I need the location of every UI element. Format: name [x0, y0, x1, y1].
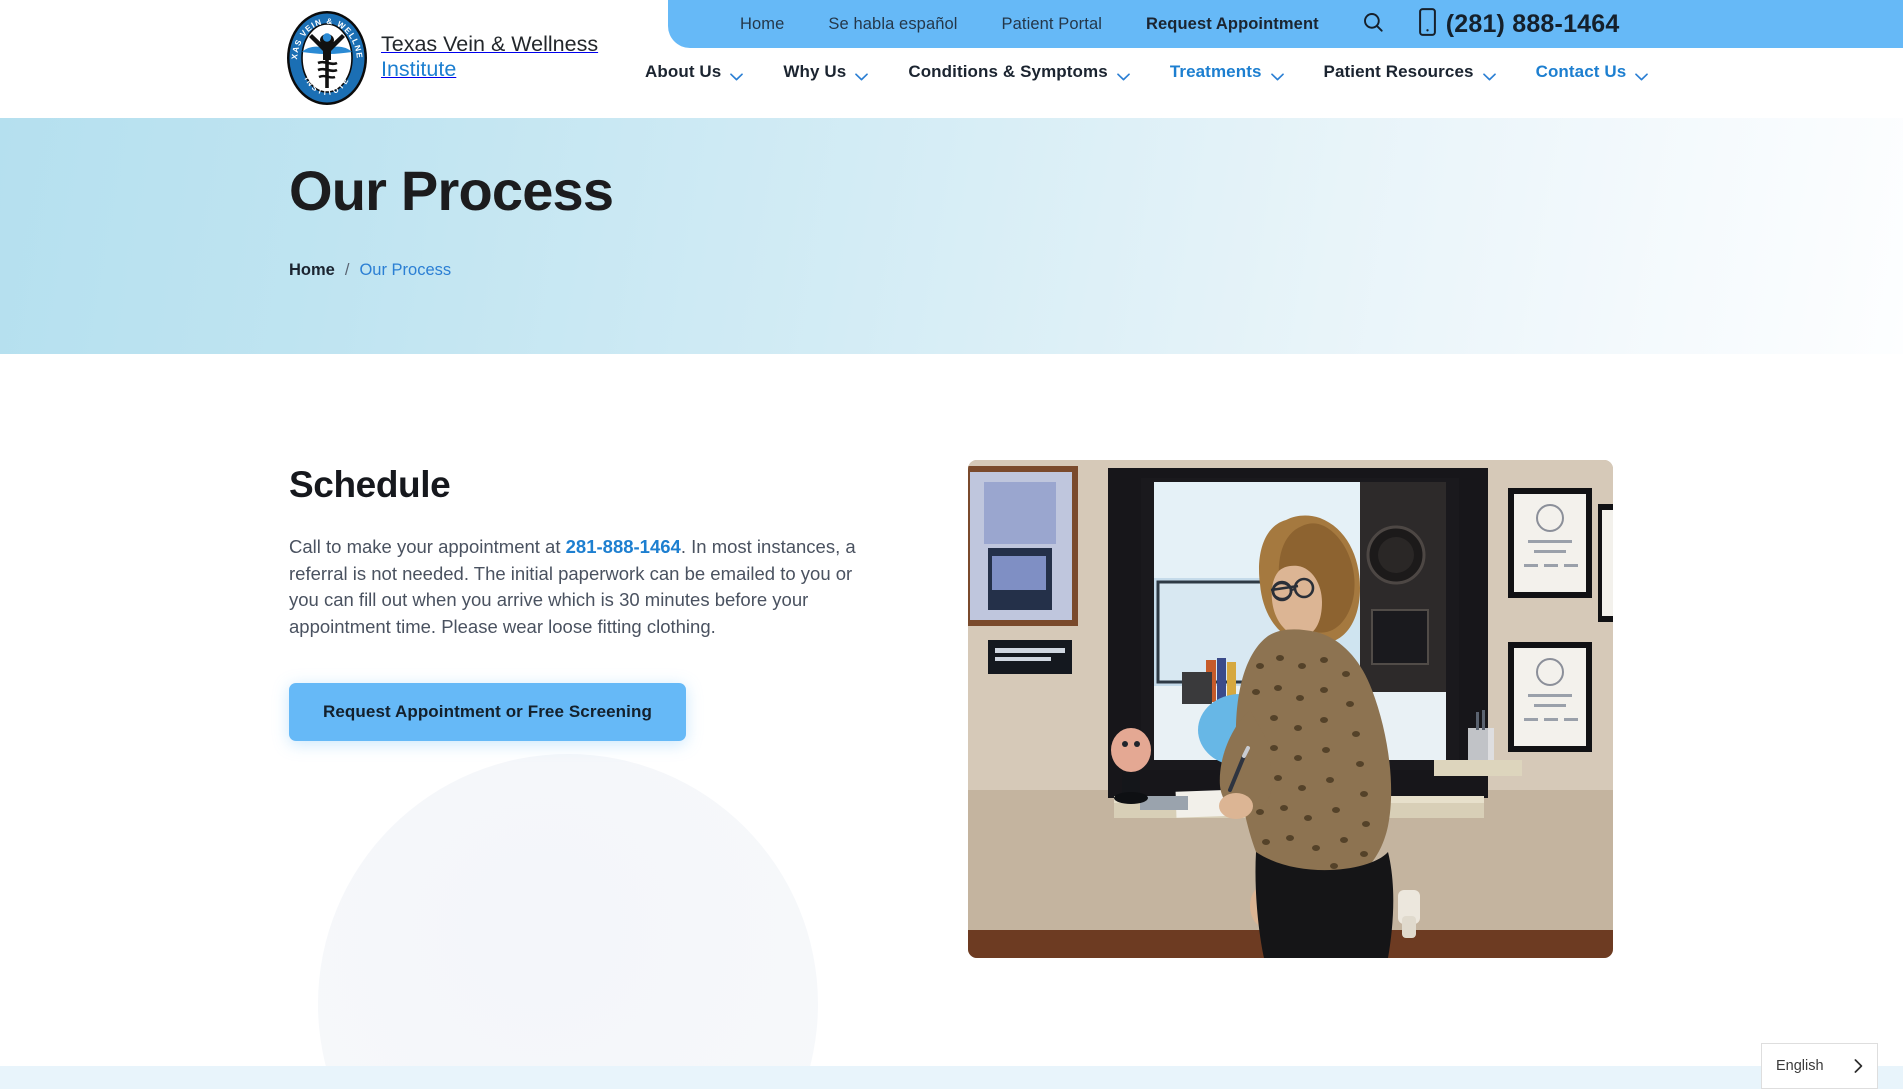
request-appointment-button[interactable]: Request Appointment or Free Screening	[289, 682, 686, 741]
top-utility-bar: Home Se habla español Patient Portal Req…	[668, 0, 1903, 48]
breadcrumb-current: Our Process	[359, 261, 452, 279]
search-button[interactable]	[1359, 9, 1389, 39]
language-selector[interactable]: English	[1761, 1043, 1878, 1089]
main-content: Schedule Call to make your appointment a…	[0, 354, 1903, 1066]
topbar-link-request-appointment[interactable]: Request Appointment	[1124, 15, 1341, 34]
site-logo[interactable]: TEXAS VEIN & WELLNESS INSTITUTE	[282, 1, 598, 106]
language-selector-label: English	[1776, 1058, 1824, 1074]
topbar-link-se-habla-espanol[interactable]: Se habla español	[806, 15, 979, 34]
chevron-down-icon	[855, 68, 869, 81]
nav-item-contact-us[interactable]: Contact Us	[1516, 62, 1669, 82]
main-navigation: About Us Why Us Conditions & Symptoms Tr…	[645, 62, 1668, 82]
nav-item-conditions-symptoms[interactable]: Conditions & Symptoms	[888, 62, 1150, 82]
nav-label: Why Us	[783, 62, 847, 81]
nav-label: Patient Resources	[1323, 62, 1474, 81]
nav-label: Treatments	[1169, 62, 1262, 81]
nav-item-why-us[interactable]: Why Us	[763, 62, 888, 82]
top-utility-links: Home Se habla español Patient Portal Req…	[718, 15, 1341, 34]
nav-item-treatments[interactable]: Treatments	[1150, 62, 1304, 82]
patient-at-reception-window-photo	[968, 460, 1613, 958]
logo-name-line-1: Texas Vein & Wellness	[381, 31, 599, 56]
topbar-link-patient-portal[interactable]: Patient Portal	[980, 15, 1124, 34]
chevron-down-icon	[1270, 68, 1284, 81]
nav-label: Contact Us	[1535, 62, 1627, 81]
chevron-right-icon	[1854, 1059, 1863, 1073]
chevron-down-icon	[1482, 68, 1496, 81]
site-header: Home Se habla español Patient Portal Req…	[0, 0, 1903, 118]
nav-label: Conditions & Symptoms	[908, 62, 1108, 81]
nav-label: About Us	[645, 62, 722, 81]
chevron-down-icon	[730, 68, 744, 81]
breadcrumb: Home / Our Process	[289, 261, 613, 280]
footer-strip	[0, 1066, 1903, 1089]
search-icon	[1363, 12, 1384, 36]
page-root: Home Se habla español Patient Portal Req…	[0, 0, 1903, 1089]
caduceus-logo-icon: TEXAS VEIN & WELLNESS INSTITUTE	[282, 1, 367, 106]
hero-content: Our Process Home / Our Process	[289, 118, 614, 280]
topbar-link-home[interactable]: Home	[718, 15, 806, 34]
mobile-phone-icon	[1418, 7, 1436, 41]
header-phone-number: (281) 888-1464	[1445, 9, 1620, 38]
decorative-circle-large	[318, 754, 818, 1066]
chevron-down-icon	[1635, 68, 1649, 81]
page-title: Our Process	[289, 159, 614, 222]
nav-item-patient-resources[interactable]: Patient Resources	[1304, 62, 1516, 82]
schedule-paragraph-before: Call to make your appointment at	[289, 536, 566, 557]
header-phone-link[interactable]: (281) 888-1464	[1418, 7, 1620, 41]
breadcrumb-separator: /	[344, 261, 350, 279]
schedule-phone-link[interactable]: 281-888-1464	[566, 536, 681, 557]
nav-item-about-us[interactable]: About Us	[645, 62, 763, 82]
logo-wordmark: Texas Vein & Wellness Institute	[381, 32, 598, 83]
schedule-paragraph: Call to make your appointment at 281-888…	[289, 534, 857, 641]
page-hero-banner: Our Process Home / Our Process	[0, 118, 1903, 354]
chevron-down-icon	[1116, 68, 1130, 81]
logo-name-line-2: Institute	[381, 57, 457, 81]
section-heading: Schedule	[289, 464, 451, 505]
breadcrumb-home-link[interactable]: Home	[289, 261, 335, 280]
schedule-text-column: Schedule Call to make your appointment a…	[289, 464, 869, 741]
